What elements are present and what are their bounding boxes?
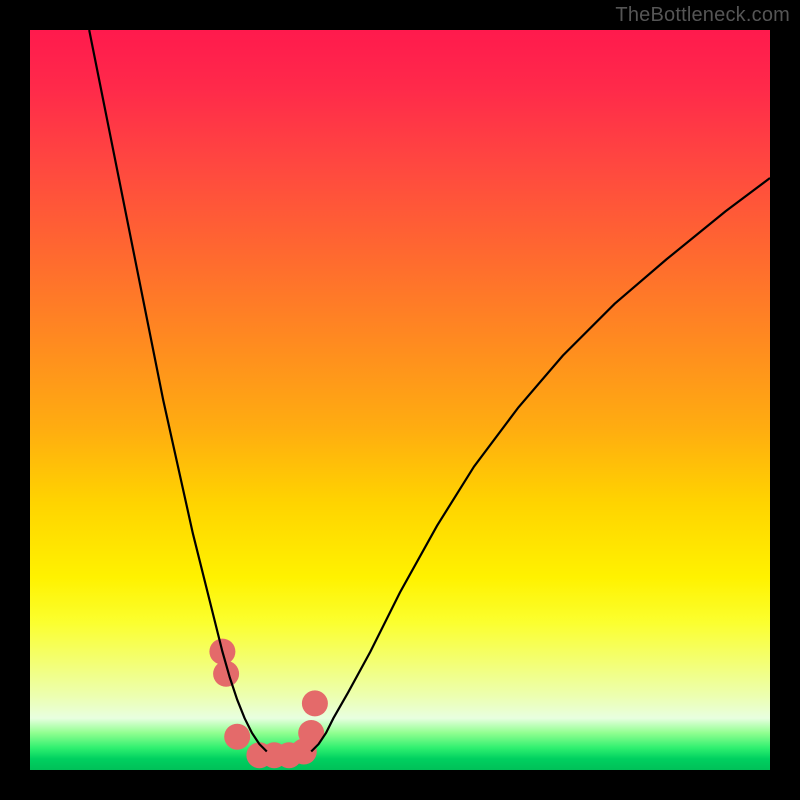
curve-layer xyxy=(30,30,770,770)
plot-area xyxy=(30,30,770,770)
valley-markers xyxy=(209,639,328,769)
left-branch-curve xyxy=(89,30,267,752)
chart-frame: TheBottleneck.com xyxy=(0,0,800,800)
watermark-label: TheBottleneck.com xyxy=(615,4,790,27)
valley-marker xyxy=(224,724,250,750)
valley-marker xyxy=(302,690,328,716)
right-branch-curve xyxy=(311,178,770,752)
